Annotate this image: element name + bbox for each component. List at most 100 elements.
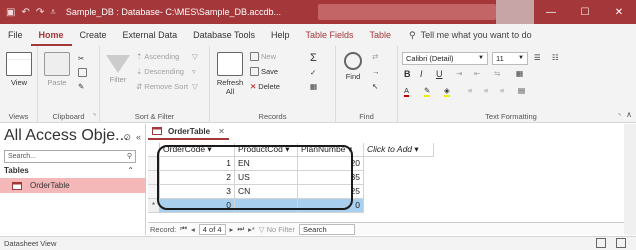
selection-filter-button[interactable]: ▽ — [192, 52, 198, 61]
design-view-icon[interactable] — [616, 238, 626, 248]
bold-button[interactable]: B — [404, 69, 411, 79]
go-to-button[interactable]: → — [372, 67, 380, 76]
cell-plannumber[interactable]: 0 — [298, 199, 364, 213]
save-icon[interactable]: ▣ — [6, 7, 15, 18]
tell-me-box[interactable]: ⚲ Tell me what you want to do — [399, 30, 532, 41]
font-color-button[interactable]: A — [404, 86, 410, 97]
cell-productcode[interactable]: CN — [235, 185, 298, 199]
italic-button[interactable]: I — [420, 69, 423, 79]
new-record-button[interactable]: New — [250, 52, 276, 61]
advanced-filter-button[interactable]: ▿ — [192, 67, 196, 76]
cell-productcode[interactable]: EN — [235, 157, 298, 171]
text-direction-button[interactable]: ⇋ — [494, 69, 500, 78]
spelling-button[interactable]: ✓ — [310, 68, 316, 77]
alternate-row-color-button[interactable]: ▤ — [518, 86, 525, 95]
fill-color-button[interactable]: ◈ — [444, 86, 450, 97]
underline-button[interactable]: U — [436, 69, 443, 79]
save-record-button[interactable]: Save — [250, 67, 278, 76]
datasheet-view-icon[interactable] — [596, 238, 606, 248]
current-record-input[interactable]: 4 of 4 — [198, 223, 226, 235]
cell-plannumber[interactable]: 35 — [298, 171, 364, 185]
record-search-input[interactable]: Search — [298, 223, 355, 235]
tab-create[interactable]: Create — [72, 24, 115, 46]
row-selector[interactable] — [148, 171, 160, 185]
minimize-button[interactable]: — — [534, 0, 568, 24]
column-header-ordercode[interactable]: OrderCode ▾ — [160, 143, 235, 157]
view-button[interactable]: View — [6, 52, 32, 87]
undo-icon[interactable]: ↶ — [21, 7, 29, 18]
highlight-button[interactable]: ✎ — [424, 86, 431, 97]
close-tab-icon[interactable]: ✕ — [218, 127, 225, 136]
row-selector[interactable] — [148, 157, 160, 171]
cell-ordercode[interactable]: 1 — [160, 157, 235, 171]
dialog-launcher-icon[interactable]: ⌝ — [618, 113, 621, 121]
cell-plannumber[interactable]: 20 — [298, 157, 364, 171]
format-painter-button[interactable]: ✎ — [78, 82, 84, 91]
ascending-button[interactable]: ⇡ Ascending — [136, 52, 179, 61]
outdent-button[interactable]: ⇤ — [474, 69, 480, 78]
cell-ordercode[interactable]: 2 — [160, 171, 235, 185]
title-search-box[interactable] — [318, 4, 496, 20]
find-button[interactable]: Find — [340, 52, 366, 81]
restore-button[interactable]: ☐ — [568, 0, 602, 24]
nav-menu-chevron-icon[interactable]: ⊙ — [123, 132, 131, 143]
next-record-icon[interactable]: ▸ — [230, 225, 234, 234]
tab-file[interactable]: File — [0, 24, 31, 46]
cell-productcode[interactable]: US — [235, 171, 298, 185]
delete-record-button[interactable]: ✕ Delete — [250, 82, 280, 91]
customize-quick-access-icon[interactable]: ⩡ — [50, 7, 56, 18]
numbering-button[interactable]: ☷ — [552, 53, 559, 62]
indent-button[interactable]: ⇥ — [456, 69, 462, 78]
gridlines-button[interactable]: ▦ — [516, 69, 523, 78]
new-record-nav-icon[interactable]: ▸* — [248, 225, 255, 234]
copy-button[interactable] — [78, 68, 87, 77]
tab-help[interactable]: Help — [263, 24, 298, 46]
cell-productcode[interactable] — [235, 199, 298, 213]
remove-sort-button[interactable]: ⇵ Remove Sort — [136, 82, 188, 91]
align-left-button[interactable]: ≡ — [468, 86, 472, 95]
previous-record-icon[interactable]: ◂ — [191, 225, 195, 234]
cell-ordercode[interactable]: 0 — [160, 199, 235, 213]
tab-table[interactable]: Table — [362, 24, 400, 46]
nav-item-ordertable[interactable]: OrderTable — [0, 178, 146, 193]
row-selector[interactable] — [148, 185, 160, 199]
dialog-launcher-icon[interactable]: ⌝ — [93, 113, 96, 121]
tab-ordertable[interactable]: OrderTable ✕ — [148, 124, 229, 140]
cell-plannumber[interactable]: 25 — [298, 185, 364, 199]
ribbon-display-options[interactable] — [496, 0, 534, 24]
font-size-dropdown[interactable]: 11 ▼ — [492, 52, 528, 65]
cut-button[interactable]: ✂ — [78, 54, 84, 63]
filter-button[interactable]: Filter — [104, 52, 132, 84]
last-record-icon[interactable]: ⏭ — [237, 224, 244, 234]
tab-table-fields[interactable]: Table Fields — [297, 24, 361, 46]
no-filter-indicator[interactable]: ▽ No Filter — [259, 225, 295, 234]
align-right-button[interactable]: ≡ — [500, 86, 504, 95]
shutter-bar-icon[interactable]: « — [136, 132, 141, 143]
first-record-icon[interactable]: ⏮ — [180, 224, 187, 234]
align-center-button[interactable]: ≡ — [484, 86, 488, 95]
tab-external-data[interactable]: External Data — [115, 24, 186, 46]
toggle-filter-button[interactable]: ▽ — [192, 82, 198, 91]
nav-pane-title[interactable]: All Access Obje... — [4, 127, 129, 145]
replace-button[interactable]: ⇄ — [372, 52, 378, 61]
nav-section-tables[interactable]: Tables ⌃ — [4, 166, 136, 175]
nav-search-input[interactable]: Search... ⚲ — [4, 150, 136, 163]
refresh-all-button[interactable]: Refresh All — [214, 52, 246, 96]
new-row-marker[interactable]: * — [148, 199, 160, 213]
collapse-ribbon-icon[interactable]: ∧ — [626, 110, 632, 119]
select-all-corner[interactable] — [148, 143, 160, 157]
column-header-productcode[interactable]: ProductCod ▾ — [235, 143, 298, 157]
vertical-scrollbar[interactable] — [624, 124, 636, 235]
bullets-button[interactable]: ☰ — [534, 53, 541, 62]
font-name-dropdown[interactable]: Calibri (Detail) ▼ — [402, 52, 488, 65]
select-button[interactable]: ↖ — [372, 82, 378, 91]
paste-button[interactable]: Paste — [44, 52, 70, 87]
close-button[interactable]: ✕ — [602, 0, 636, 24]
column-header-plannumber[interactable]: PlanNumbe ▾ — [298, 143, 364, 157]
tab-database-tools[interactable]: Database Tools — [185, 24, 263, 46]
totals-button[interactable]: Σ — [310, 52, 317, 64]
more-records-button[interactable]: ▦ — [310, 82, 317, 91]
descending-button[interactable]: ⇣ Descending — [136, 67, 184, 76]
tab-home[interactable]: Home — [30, 24, 72, 46]
cell-ordercode[interactable]: 3 — [160, 185, 235, 199]
